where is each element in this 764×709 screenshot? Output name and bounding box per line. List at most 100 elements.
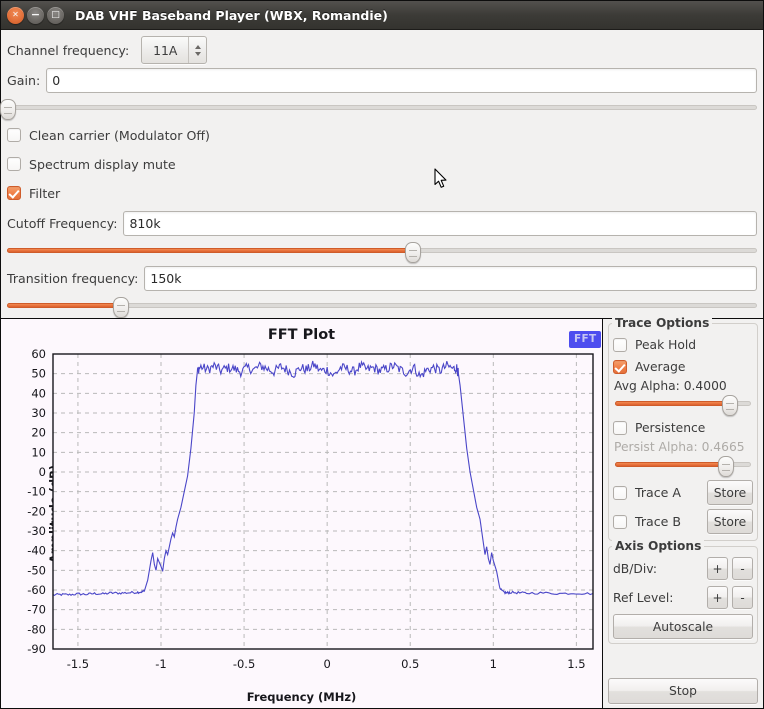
- svg-text:10: 10: [31, 445, 46, 459]
- persist-alpha-fill: [615, 462, 726, 467]
- maximize-button[interactable]: □: [47, 6, 64, 24]
- title-bar: ✕ − □ DAB VHF Baseband Player (WBX, Roma…: [1, 1, 763, 30]
- cutoff-slider-fill: [7, 248, 412, 253]
- peak-hold-row[interactable]: Peak Hold: [613, 334, 753, 356]
- svg-text:1.5: 1.5: [567, 657, 585, 671]
- gain-slider-knob[interactable]: [0, 99, 16, 120]
- peak-hold-label: Peak Hold: [635, 338, 697, 352]
- controls-panel: Channel frequency: 11A Gain: 0 Clean car…: [0, 30, 763, 318]
- db-div-buttons: + -: [707, 557, 753, 580]
- transition-slider-knob[interactable]: [112, 297, 129, 318]
- cutoff-slider-knob[interactable]: [405, 242, 421, 263]
- persist-alpha-knob[interactable]: [718, 456, 735, 477]
- trace-a-label: Trace A: [635, 485, 682, 500]
- avg-alpha-fill: [615, 401, 730, 406]
- cutoff-slider[interactable]: [7, 240, 757, 263]
- channel-frequency-spinner[interactable]: 11A: [141, 36, 208, 64]
- svg-text:-30: -30: [27, 524, 46, 538]
- ref-level-row: Ref Level: + -: [613, 583, 753, 612]
- transition-frequency-input[interactable]: 150k: [144, 266, 757, 291]
- axis-options-group: Axis Options dB/Div: + - Ref Level: + -: [608, 539, 758, 644]
- trace-a-row: Trace A Store: [613, 478, 753, 507]
- trace-b-row: Trace B Store: [613, 507, 753, 536]
- svg-text:-1.5: -1.5: [67, 657, 89, 671]
- transition-frequency-label: Transition frequency:: [7, 271, 139, 286]
- fft-plot-pane[interactable]: FFT Plot Amplitude (dB) Frequency (MHz) …: [1, 319, 603, 708]
- transition-frequency-value: 150k: [150, 271, 182, 286]
- fft-badge[interactable]: FFT: [569, 331, 602, 348]
- peak-hold-checkbox[interactable]: [613, 338, 627, 352]
- minimize-button[interactable]: −: [27, 6, 44, 24]
- application-window: ✕ − □ DAB VHF Baseband Player (WBX, Roma…: [0, 0, 764, 709]
- clean-carrier-row[interactable]: Clean carrier (Modulator Off): [1, 123, 763, 147]
- channel-frequency-label: Channel frequency:: [7, 42, 130, 58]
- trace-b-label: Trace B: [635, 514, 682, 529]
- gain-input[interactable]: 0: [46, 68, 757, 93]
- fft-plot-canvas: 6050403020100-10-20-30-40-50-60-70-80-90…: [27, 347, 594, 671]
- channel-frequency-value: 11A: [153, 42, 178, 58]
- svg-text:30: 30: [31, 406, 46, 420]
- average-row[interactable]: Average: [613, 356, 753, 378]
- svg-text:-90: -90: [27, 642, 46, 656]
- db-div-row: dB/Div: + -: [613, 554, 753, 583]
- clean-carrier-checkbox[interactable]: [7, 128, 21, 142]
- avg-alpha-knob[interactable]: [722, 395, 739, 416]
- spectrum-mute-row[interactable]: Spectrum display mute: [1, 152, 763, 176]
- channel-frequency-arrows[interactable]: [188, 37, 206, 63]
- spectrum-mute-checkbox[interactable]: [7, 157, 21, 171]
- persist-alpha-slider[interactable]: [615, 454, 751, 477]
- ref-level-buttons: + -: [707, 586, 753, 609]
- db-div-decrease-button[interactable]: -: [732, 557, 753, 580]
- svg-text:1: 1: [490, 657, 497, 671]
- svg-text:-10: -10: [27, 485, 46, 499]
- trace-b-checkbox[interactable]: [613, 514, 627, 529]
- ref-level-decrease-button[interactable]: -: [732, 586, 753, 609]
- persistence-label: Persistence: [635, 421, 706, 435]
- gain-slider-track: [7, 105, 757, 110]
- gain-slider-wrap: [0, 97, 763, 120]
- svg-text:-70: -70: [27, 603, 46, 617]
- trace-b-store-button[interactable]: Store: [707, 509, 753, 534]
- trace-options-title: Trace Options: [612, 316, 713, 330]
- cutoff-frequency-value: 810k: [129, 216, 161, 231]
- cutoff-slider-wrap: [1, 240, 763, 263]
- trace-a-store-button[interactable]: Store: [707, 480, 753, 505]
- svg-text:60: 60: [31, 347, 46, 361]
- axis-options-title: Axis Options: [612, 539, 705, 553]
- channel-frequency-row: Channel frequency: 11A: [1, 36, 763, 64]
- chevron-up-icon[interactable]: [194, 44, 201, 49]
- avg-alpha-slider[interactable]: [615, 393, 751, 416]
- svg-text:-1: -1: [155, 657, 166, 671]
- persistence-checkbox[interactable]: [613, 421, 627, 435]
- gain-slider[interactable]: [0, 97, 757, 120]
- clean-carrier-label: Clean carrier (Modulator Off): [29, 127, 210, 143]
- transition-slider-wrap: [1, 295, 763, 318]
- close-icon: ✕: [12, 10, 19, 19]
- ref-level-label: Ref Level:: [613, 590, 674, 605]
- avg-alpha-label: Avg Alpha: 0.4000: [614, 379, 727, 393]
- minimize-icon: −: [30, 7, 41, 21]
- stop-button[interactable]: Stop: [608, 678, 758, 704]
- maximize-icon: □: [51, 9, 60, 20]
- svg-text:50: 50: [31, 367, 46, 381]
- transition-slider[interactable]: [7, 295, 757, 318]
- trace-a-checkbox[interactable]: [613, 485, 627, 500]
- db-div-increase-button[interactable]: +: [707, 557, 728, 580]
- svg-text:0.5: 0.5: [401, 657, 419, 671]
- transition-frequency-row: Transition frequency: 150k: [1, 266, 763, 291]
- spectrum-mute-label: Spectrum display mute: [29, 156, 176, 172]
- gain-value: 0: [52, 73, 61, 88]
- autoscale-button[interactable]: Autoscale: [613, 614, 753, 639]
- ref-level-increase-button[interactable]: +: [707, 586, 728, 609]
- persistence-row[interactable]: Persistence: [613, 417, 753, 439]
- cutoff-frequency-label: Cutoff Frequency:: [7, 216, 118, 231]
- chevron-down-icon[interactable]: [194, 51, 201, 56]
- window-title: DAB VHF Baseband Player (WBX, Romandie): [75, 7, 388, 23]
- filter-checkbox[interactable]: [7, 186, 21, 200]
- svg-text:40: 40: [31, 386, 46, 400]
- gain-row: Gain: 0: [1, 68, 763, 93]
- close-button[interactable]: ✕: [7, 6, 24, 24]
- average-checkbox[interactable]: [613, 360, 627, 374]
- cutoff-frequency-input[interactable]: 810k: [123, 211, 757, 236]
- filter-row[interactable]: Filter: [1, 181, 763, 205]
